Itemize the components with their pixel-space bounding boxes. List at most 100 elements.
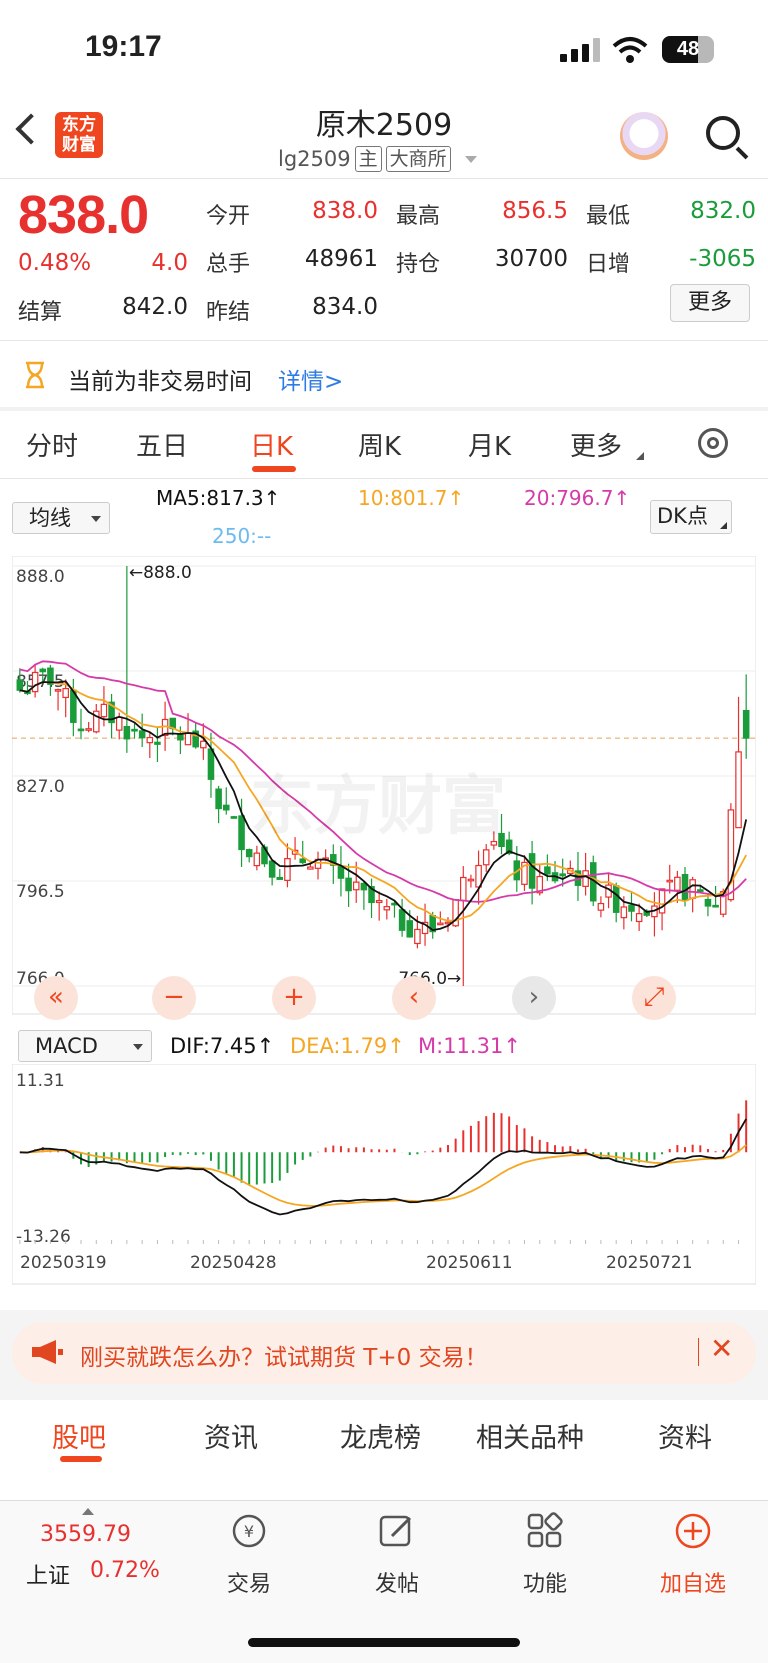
candle-body [337, 865, 345, 879]
y-tick-label: 888.0 [16, 567, 65, 587]
candle-body [704, 898, 712, 907]
index-value[interactable]: 3559.79 [40, 1522, 131, 1547]
chevron-down-icon [133, 1044, 143, 1050]
open-interest-label: 持仓 [396, 252, 441, 277]
y-tick-label: 827.0 [16, 777, 65, 797]
zoom-in-button[interactable]: + [272, 976, 316, 1020]
cellular-signal-icon [560, 38, 602, 62]
tab-daily-k[interactable]: 日K [250, 426, 293, 463]
m-value: M:11.31↑ [418, 1034, 521, 1058]
scroll-to-start-icon[interactable]: « [34, 976, 78, 1020]
assistant-robot-icon[interactable] [620, 112, 668, 160]
scroll-left-icon[interactable]: ‹ [392, 976, 436, 1020]
candle-body [735, 751, 742, 829]
dk-point-select[interactable]: DK点 [650, 500, 732, 534]
zoom-out-button[interactable]: − [152, 976, 196, 1020]
candle-body [674, 876, 681, 891]
macd-select[interactable]: MACD [18, 1030, 152, 1062]
macd-max-label: 11.31 [16, 1071, 65, 1091]
candle-body [276, 876, 284, 880]
more-button[interactable]: 更多 [670, 284, 750, 322]
date-label: 20250428 [190, 1253, 277, 1273]
active-tab-indicator [60, 1456, 102, 1462]
candle-body [528, 853, 536, 889]
contract-subtitle[interactable]: lg2509 主 大商所 [278, 146, 477, 172]
candle-body [146, 736, 154, 744]
battery-icon: 48 [662, 36, 714, 63]
date-label: 20250319 [20, 1253, 107, 1273]
tab-related[interactable]: 相关品种 [476, 1416, 584, 1455]
candle-body [460, 876, 467, 902]
candle-body [16, 679, 24, 691]
nav-trade[interactable]: 交易 [199, 1566, 299, 1598]
candle-body [207, 748, 215, 780]
low-label: 最低 [586, 204, 631, 229]
nav-add-watchlist[interactable]: 加自选 [643, 1566, 743, 1598]
banner-text[interactable]: 刚买就跌怎么办？试试期货 T+0 交易！ [80, 1338, 488, 1372]
candle-body [85, 728, 92, 731]
tab-five-day[interactable]: 五日 [136, 426, 188, 463]
change-pct: 0.48% [18, 250, 92, 276]
status-time: 19:17 [85, 30, 162, 63]
max-price-label: ←888.0 [129, 563, 192, 583]
tab-monthly-k[interactable]: 月K [468, 426, 511, 463]
candle-body [360, 882, 368, 891]
scroll-right-icon[interactable]: › [512, 976, 556, 1020]
last-price: 838.0 [18, 185, 149, 245]
macd-chart[interactable]: 11.31 -13.26 20250319 20250428 20250611 20250… [12, 1064, 756, 1308]
post-icon [379, 1515, 412, 1547]
candle-body [689, 879, 696, 899]
candle-body [398, 909, 406, 931]
candle-body [352, 881, 360, 891]
macd-min-label: -13.26 [16, 1227, 71, 1247]
candle-body [628, 904, 635, 912]
candle-body [697, 889, 704, 892]
settle-label: 结算 [18, 300, 63, 325]
functions-icon [527, 1512, 563, 1548]
candle-body [184, 732, 192, 746]
wifi-icon [612, 37, 648, 63]
svg-text:¥: ¥ [244, 1522, 254, 1541]
candle-body [544, 866, 551, 875]
volume-label: 总手 [206, 252, 251, 277]
candle-body [612, 885, 620, 913]
tab-more[interactable]: 更多 [570, 426, 622, 463]
tab-news[interactable]: 资讯 [204, 1416, 258, 1455]
watermark-logo: 东方财富 [250, 770, 506, 844]
index-pct[interactable]: 0.72% [90, 1558, 160, 1583]
tab-forum[interactable]: 股吧 [52, 1416, 106, 1455]
index-name[interactable]: 上证 [26, 1558, 70, 1590]
volume-value: 48961 [304, 246, 378, 272]
candle-body [39, 668, 47, 673]
candle-body [200, 740, 207, 749]
details-link[interactable]: 详情> [278, 362, 343, 396]
candle-body [559, 873, 566, 877]
candle-body [406, 920, 414, 938]
non-trading-text: 当前为非交易时间 [68, 369, 252, 395]
change-value: 4.0 [151, 250, 188, 276]
fullscreen-icon[interactable]: ⤢ [632, 976, 676, 1020]
candle-body [154, 741, 161, 745]
home-indicator [248, 1638, 520, 1647]
nav-functions[interactable]: 功能 [495, 1566, 595, 1598]
tab-profile[interactable]: 资料 [658, 1416, 712, 1455]
candle-body [375, 899, 383, 904]
candle-body [245, 849, 253, 858]
candle-body [307, 866, 314, 870]
candle-body [712, 904, 719, 908]
nav-post[interactable]: 发帖 [347, 1566, 447, 1598]
tab-intraday[interactable]: 分时 [26, 426, 78, 463]
candle-body [123, 725, 131, 740]
candle-body [54, 689, 62, 692]
ma-select[interactable]: 均线 [12, 502, 110, 534]
candle-body [345, 877, 352, 892]
prev-settle-value: 834.0 [312, 294, 378, 320]
gear-icon[interactable] [698, 428, 728, 458]
hourglass-icon [26, 361, 44, 389]
tab-weekly-k[interactable]: 周K [358, 426, 401, 463]
search-icon[interactable] [706, 116, 740, 150]
exchange-tag: 大商所 [385, 146, 451, 172]
tab-dragon-tiger[interactable]: 龙虎榜 [340, 1416, 421, 1455]
non-trading-row[interactable]: 当前为非交易时间 详情> [0, 341, 768, 407]
close-icon[interactable]: ✕ [710, 1332, 733, 1365]
